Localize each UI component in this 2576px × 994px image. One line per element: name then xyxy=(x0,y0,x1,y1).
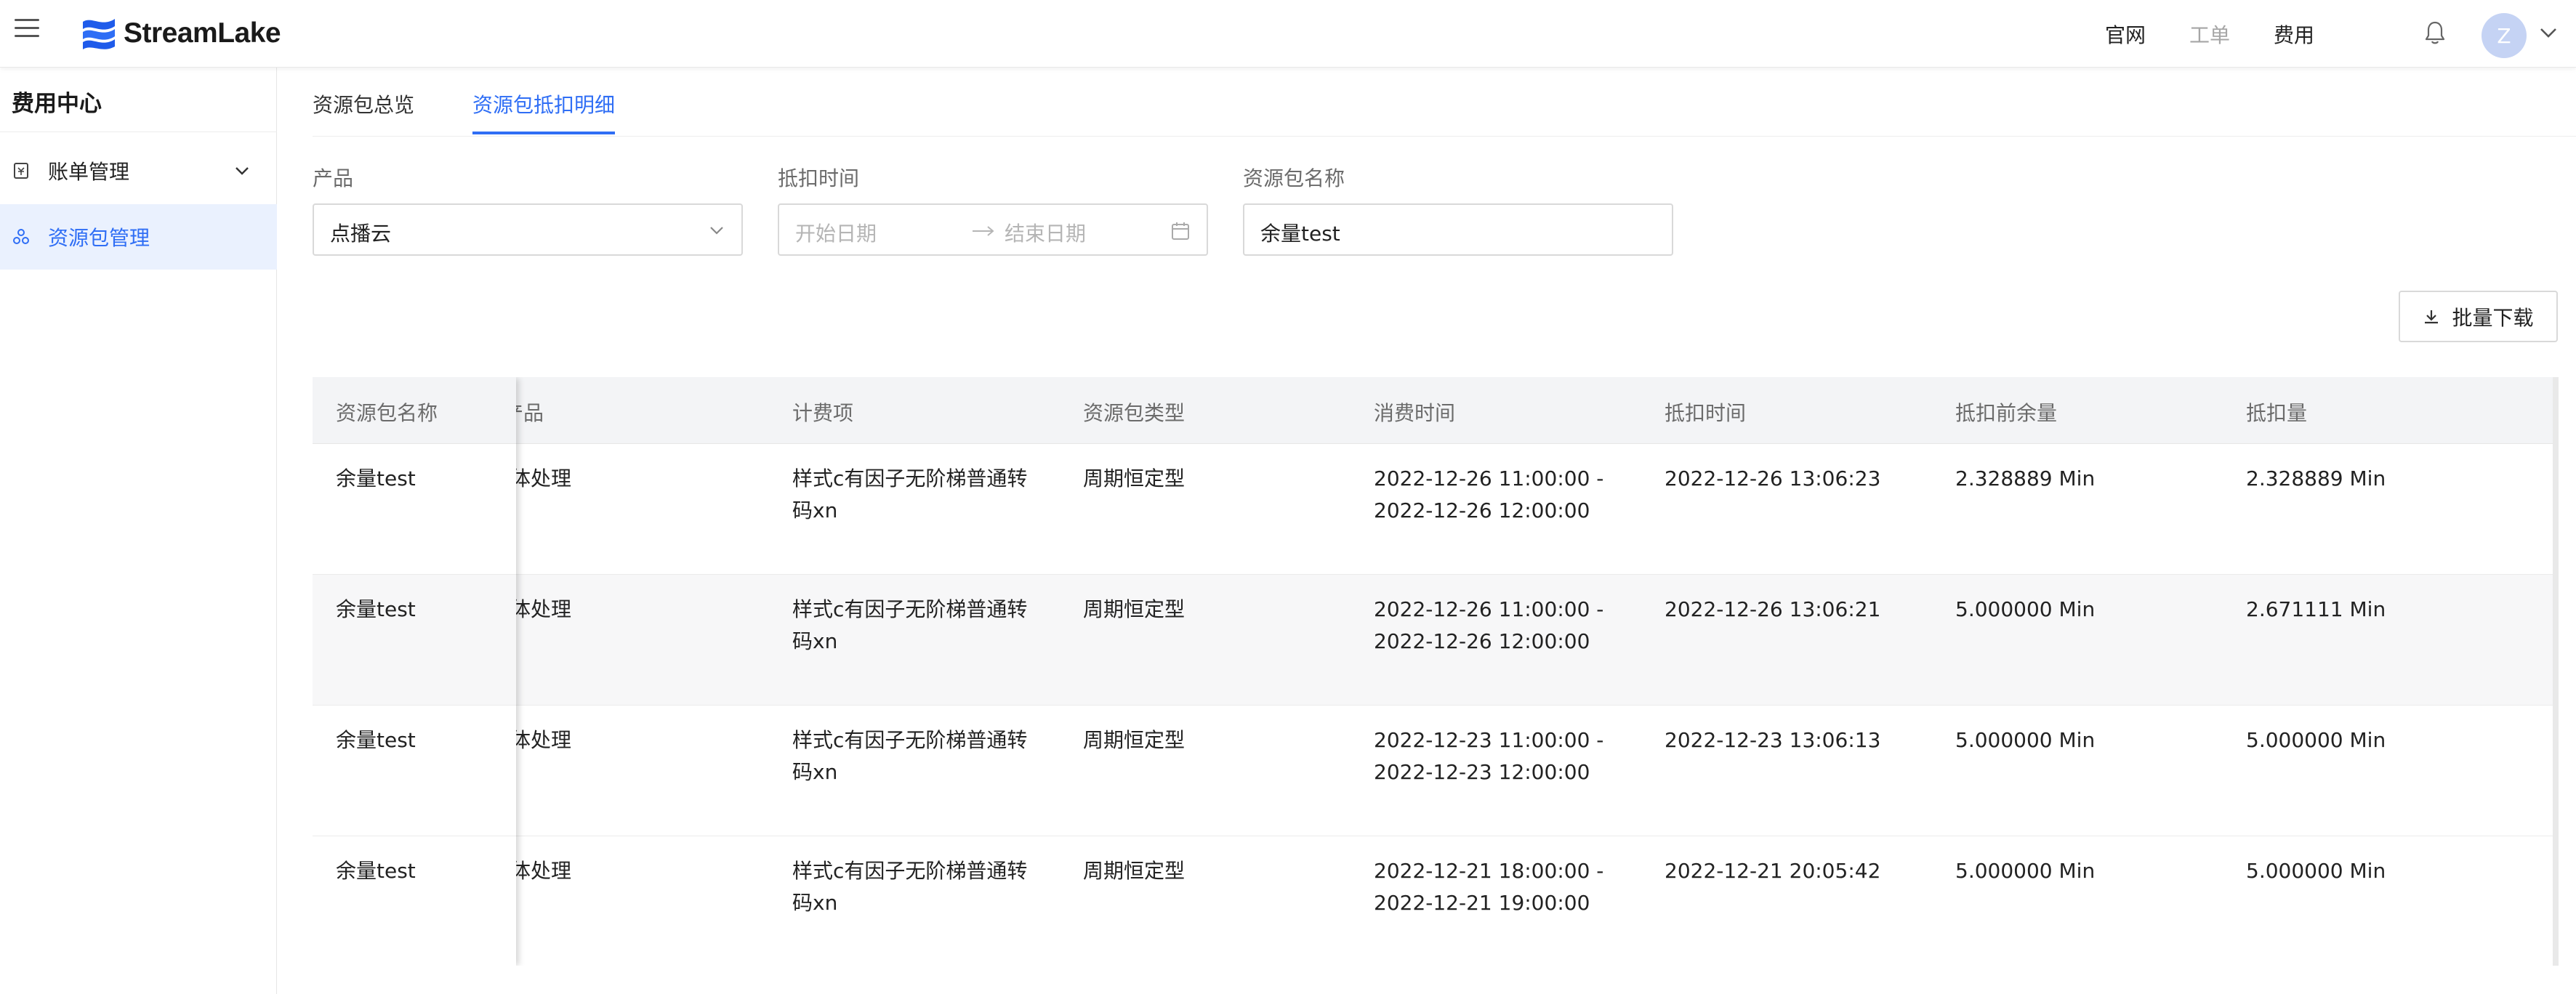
fixed-cell: 余量test xyxy=(313,575,516,706)
table-row[interactable]: 体处理 样式c有因子无阶梯普通转 码xn 周期恒定型 2022-12-26 11:… xyxy=(313,444,2559,575)
sidebar-title: 费用中心 xyxy=(12,91,102,117)
top-nav: 官网 工单 费用 xyxy=(2061,0,2314,68)
tab-package-deduction-detail[interactable]: 资源包抵扣明细 xyxy=(472,89,615,118)
cell-package-type: 周期恒定型 xyxy=(1083,466,1186,490)
logo[interactable]: StreamLake xyxy=(79,13,281,54)
cell-product: 体处理 xyxy=(510,859,572,883)
nav-billing[interactable]: 费用 xyxy=(2274,20,2314,49)
fixed-cell: 余量test xyxy=(313,444,516,575)
column-header-billing-item: 计费项 xyxy=(792,401,854,425)
menu-icon[interactable] xyxy=(15,17,39,39)
download-icon xyxy=(2425,310,2439,323)
chevron-down-icon[interactable] xyxy=(2539,26,2558,39)
tab-bar: 资源包总览 资源包抵扣明细 xyxy=(313,68,2576,137)
cell-product: 体处理 xyxy=(510,597,572,621)
cell-deduct-time: 2022-12-21 20:05:42 xyxy=(1665,859,1881,883)
cell-package-name: 余量test xyxy=(336,728,416,752)
package-name-filter-label: 资源包名称 xyxy=(1243,166,1345,190)
cell-consume-time: 2022-12-21 18:00:00 -2022-12-21 19:00:00 xyxy=(1374,859,1604,915)
cell-balance-before: 2.328889 Min xyxy=(1955,466,2096,490)
cell-consume-time: 2022-12-26 11:00:00 -2022-12-26 12:00:00 xyxy=(1374,466,1604,522)
cell-package-type: 周期恒定型 xyxy=(1083,859,1186,883)
fixed-cell: 余量test xyxy=(313,706,516,836)
package-icon xyxy=(13,229,29,244)
fixed-column-header: 资源包名称 xyxy=(313,377,516,444)
cell-package-type: 周期恒定型 xyxy=(1083,597,1186,621)
column-header-balance-before: 抵扣前余量 xyxy=(1955,401,2058,425)
table-row[interactable]: 体处理 样式c有因子无阶梯普通转 码xn 周期恒定型 2022-12-26 11:… xyxy=(313,575,2559,706)
cell-consume-time: 2022-12-23 11:00:00 -2022-12-23 12:00:00 xyxy=(1374,728,1604,784)
logo-text: StreamLake xyxy=(124,17,281,49)
cell-product: 体处理 xyxy=(510,728,572,752)
batch-download-button[interactable]: 批量下载 xyxy=(2399,291,2558,342)
bill-icon xyxy=(14,163,28,179)
column-header-deduct-amount: 抵扣量 xyxy=(2246,401,2308,425)
cell-deduct-time: 2022-12-23 13:06:13 xyxy=(1665,728,1881,752)
sidebar: 费用中心 账单管理 资源包管理 xyxy=(0,68,277,994)
table-header: 产品 计费项 资源包类型 消费时间 抵扣时间 抵扣前余量 抵扣量 xyxy=(313,377,2559,444)
arrow-right-icon xyxy=(973,226,994,236)
cell-billing-item: 样式c有因子无阶梯普通转 码xn xyxy=(792,597,1028,653)
cell-package-name: 余量test xyxy=(336,597,416,621)
sidebar-item-label: 资源包管理 xyxy=(48,226,150,250)
chevron-down-icon xyxy=(710,227,723,235)
cell-deduct-amount: 5.000000 Min xyxy=(2246,859,2386,883)
sidebar-item-bill-management[interactable]: 账单管理 xyxy=(0,138,277,203)
cell-deduct-amount: 5.000000 Min xyxy=(2246,728,2386,752)
batch-download-label: 批量下载 xyxy=(2452,305,2534,330)
calendar-icon xyxy=(1172,222,1189,240)
fixed-name-column: 资源包名称 余量test 余量test 余量test 余量test xyxy=(313,377,516,966)
package-name-input[interactable]: 余量test xyxy=(1243,203,1673,256)
column-header-package-type: 资源包类型 xyxy=(1083,401,1186,425)
cell-billing-item: 样式c有因子无阶梯普通转 码xn xyxy=(792,728,1028,784)
avatar[interactable]: Z xyxy=(2482,13,2527,58)
column-header-consume-time: 消费时间 xyxy=(1374,401,1456,425)
cell-deduct-time: 2022-12-26 13:06:21 xyxy=(1665,597,1881,621)
cell-balance-before: 5.000000 Min xyxy=(1955,859,2096,883)
start-date-input[interactable]: 开始日期 xyxy=(795,218,877,247)
tab-package-overview[interactable]: 资源包总览 xyxy=(313,89,414,118)
active-tab-indicator xyxy=(472,132,615,134)
product-select-value: 点播云 xyxy=(330,222,392,246)
cell-deduct-time: 2022-12-26 13:06:23 xyxy=(1665,466,1881,490)
cell-deduct-amount: 2.671111 Min xyxy=(2246,597,2386,621)
table-horizontal-scroll-edge[interactable] xyxy=(2553,377,2559,966)
top-bar: StreamLake 官网 工单 费用 Z xyxy=(0,0,2576,68)
table-row[interactable]: 体处理 样式c有因子无阶梯普通转 码xn 周期恒定型 2022-12-21 18:… xyxy=(313,836,2559,966)
cell-consume-time: 2022-12-26 11:00:00 -2022-12-26 12:00:00 xyxy=(1374,597,1604,653)
table-row[interactable]: 体处理 样式c有因子无阶梯普通转 码xn 周期恒定型 2022-12-23 11:… xyxy=(313,706,2559,836)
cell-package-type: 周期恒定型 xyxy=(1083,728,1186,752)
deduction-table: 产品 计费项 资源包类型 消费时间 抵扣时间 抵扣前余量 抵扣量 体处理 样式c… xyxy=(313,377,2559,966)
end-date-input[interactable]: 结束日期 xyxy=(1005,218,1086,247)
nav-ticket[interactable]: 工单 xyxy=(2189,20,2230,49)
deduct-time-range-picker[interactable]: 开始日期 结束日期 xyxy=(778,203,1208,256)
package-name-input-value: 余量test xyxy=(1260,222,1340,246)
cell-package-name: 余量test xyxy=(336,859,416,883)
cell-package-name: 余量test xyxy=(336,466,416,490)
chevron-down-icon xyxy=(236,167,249,175)
deduct-time-filter-label: 抵扣时间 xyxy=(778,166,860,190)
cell-deduct-amount: 2.328889 Min xyxy=(2246,466,2386,490)
product-filter-label: 产品 xyxy=(313,166,354,190)
sidebar-item-package-management[interactable]: 资源包管理 xyxy=(0,204,277,270)
fixed-cell: 余量test xyxy=(313,836,516,966)
column-header-package-name: 资源包名称 xyxy=(336,401,438,425)
bell-icon[interactable] xyxy=(2424,20,2446,45)
cell-product: 体处理 xyxy=(510,466,572,490)
product-select[interactable]: 点播云 xyxy=(313,203,743,256)
cell-balance-before: 5.000000 Min xyxy=(1955,728,2096,752)
column-header-deduct-time: 抵扣时间 xyxy=(1665,401,1747,425)
streamlake-logo-icon xyxy=(83,19,115,49)
cell-balance-before: 5.000000 Min xyxy=(1955,597,2096,621)
nav-official-site[interactable]: 官网 xyxy=(2105,20,2146,49)
sidebar-item-label: 账单管理 xyxy=(48,160,130,184)
cell-billing-item: 样式c有因子无阶梯普通转 码xn xyxy=(792,859,1028,915)
cell-billing-item: 样式c有因子无阶梯普通转 码xn xyxy=(792,466,1028,522)
